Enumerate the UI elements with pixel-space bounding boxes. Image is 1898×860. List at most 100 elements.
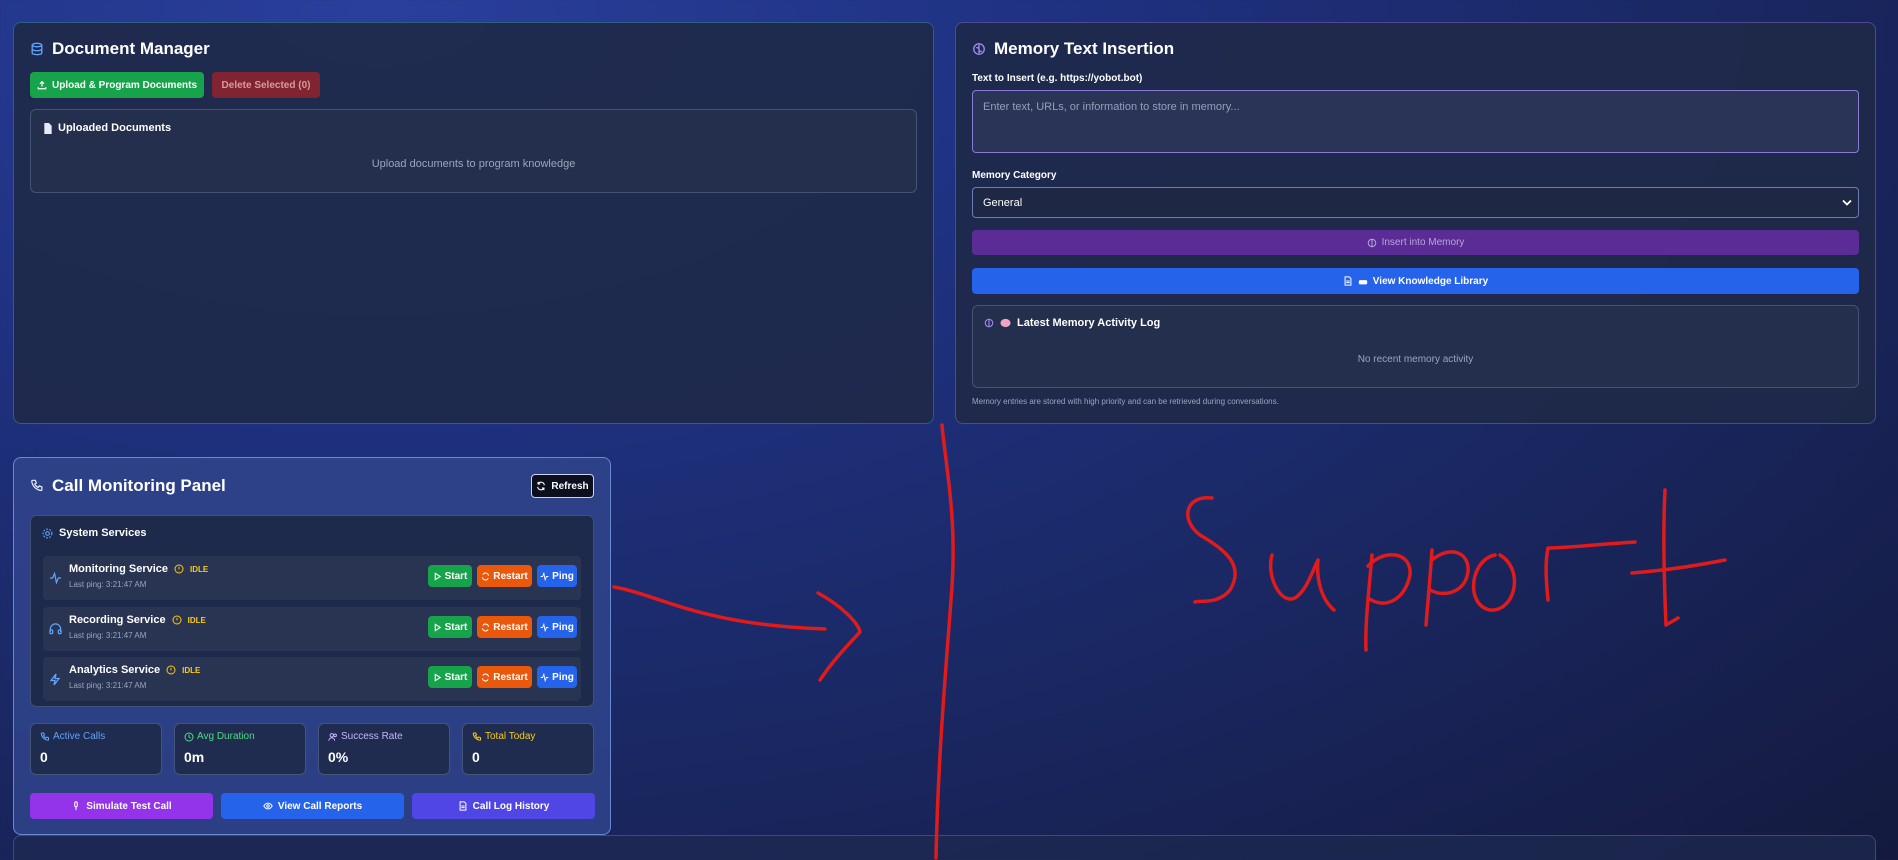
stat-avg-duration: Avg Duration 0m	[174, 723, 306, 775]
vertical-divider-stroke	[934, 423, 955, 860]
activity-icon	[540, 622, 549, 632]
view-knowledge-library-button[interactable]: View Knowledge Library	[972, 268, 1859, 294]
headphones-icon	[49, 623, 62, 635]
uploaded-documents-empty: Upload documents to program knowledge	[371, 158, 576, 170]
ping-label: Ping	[552, 671, 574, 683]
delete-button-label: Delete Selected (0)	[221, 79, 311, 91]
brain-icon	[984, 318, 994, 328]
simulate-test-call-button[interactable]: Simulate Test Call	[30, 793, 213, 819]
stat-value: 0	[472, 749, 480, 765]
service-name-row: Monitoring Service IDLE	[69, 563, 208, 575]
database-icon	[30, 42, 44, 56]
settings-icon	[42, 528, 53, 539]
start-button[interactable]: Start	[428, 666, 472, 688]
stat-value: 0m	[184, 749, 205, 765]
system-services-title: System Services	[59, 527, 147, 539]
restart-label: Restart	[493, 570, 528, 582]
ping-button[interactable]: Ping	[537, 616, 577, 638]
eye-icon	[263, 801, 273, 811]
restart-button[interactable]: Restart	[477, 666, 532, 688]
insert-into-memory-button[interactable]: Insert into Memory	[972, 230, 1859, 255]
history-label: Call Log History	[472, 800, 550, 812]
ping-label: Ping	[552, 621, 574, 633]
file-icon	[43, 122, 53, 134]
simulate-label: Simulate Test Call	[86, 800, 172, 812]
file-text-icon	[1343, 276, 1353, 286]
memory-activity-log: Latest Memory Activity Log No recent mem…	[972, 305, 1859, 388]
service-last-ping: Last ping: 3:21:47 AM	[69, 681, 147, 690]
library-button-label: View Knowledge Library	[1372, 275, 1489, 287]
support-letter-r	[1544, 540, 1637, 602]
refresh-icon	[481, 572, 490, 581]
info-icon	[172, 615, 182, 625]
service-name-row: Analytics Service IDLE	[69, 664, 200, 676]
phone-incoming-icon	[472, 731, 482, 742]
stat-value: 0	[40, 749, 48, 765]
start-label: Start	[444, 671, 468, 683]
service-name-row: Recording Service IDLE	[69, 614, 206, 626]
chevron-down-icon	[1842, 199, 1852, 207]
activity-icon	[49, 572, 62, 584]
memory-category-select[interactable]: General	[972, 187, 1859, 218]
mic-icon	[71, 801, 81, 811]
info-icon	[166, 665, 176, 675]
start-button[interactable]: Start	[428, 616, 472, 638]
refresh-icon	[481, 623, 490, 632]
ping-button[interactable]: Ping	[537, 565, 577, 587]
stat-success-rate: Success Rate 0%	[318, 723, 450, 775]
upload-button-label: Upload & Program Documents	[51, 79, 198, 91]
stat-label-row: Active Calls	[40, 731, 105, 742]
stat-active-calls: Active Calls 0	[30, 723, 162, 775]
call-panel-header: Call Monitoring Panel	[30, 476, 226, 496]
support-letter-s	[1186, 496, 1237, 604]
refresh-button[interactable]: Refresh	[531, 474, 594, 498]
stat-label: Active Calls	[53, 731, 106, 742]
stat-label: Total Today	[485, 731, 536, 742]
document-manager-header: Document Manager	[30, 39, 210, 59]
memory-header: Memory Text Insertion	[972, 39, 1174, 59]
service-row-analytics: Analytics Service IDLE Last ping: 3:21:4…	[43, 657, 581, 701]
info-icon	[174, 564, 184, 574]
support-letter-o	[1472, 553, 1517, 612]
stat-label-row: Avg Duration	[184, 731, 255, 742]
service-row-recording: Recording Service IDLE Last ping: 3:21:4…	[43, 607, 581, 651]
view-call-reports-button[interactable]: View Call Reports	[221, 793, 404, 819]
zap-icon	[49, 673, 61, 686]
stat-label: Success Rate	[341, 731, 403, 742]
support-letter-p1	[1364, 553, 1412, 652]
stat-label-row: Success Rate	[328, 731, 403, 742]
delete-selected-button[interactable]: Delete Selected (0)	[212, 72, 320, 98]
start-label: Start	[444, 570, 468, 582]
restart-button[interactable]: Restart	[477, 616, 532, 638]
call-monitoring-panel: Call Monitoring Panel Refresh System Ser…	[13, 457, 611, 835]
start-button[interactable]: Start	[428, 565, 472, 587]
books-icon	[1358, 276, 1368, 286]
reports-label: View Call Reports	[277, 800, 363, 812]
stat-value: 0%	[328, 749, 349, 765]
system-services-box: System Services Monitoring Service IDLE …	[30, 515, 594, 707]
service-last-ping: Last ping: 3:21:47 AM	[69, 580, 147, 589]
text-to-insert-label: Text to Insert (e.g. https://yobot.bot)	[972, 73, 1143, 84]
phone-icon	[40, 731, 50, 742]
support-letter-u	[1268, 553, 1336, 612]
ping-button[interactable]: Ping	[537, 666, 577, 688]
upload-documents-button[interactable]: Upload & Program Documents	[30, 72, 204, 98]
service-name: Analytics Service	[69, 664, 161, 676]
service-status-badge: IDLE	[187, 615, 206, 625]
call-log-history-button[interactable]: Call Log History	[412, 793, 595, 819]
uploaded-documents-box: Uploaded Documents Upload documents to p…	[30, 109, 917, 193]
service-status-badge: IDLE	[182, 665, 201, 675]
uploaded-documents-title: Uploaded Documents	[58, 122, 172, 134]
restart-label: Restart	[493, 671, 528, 683]
play-icon	[433, 622, 442, 632]
memory-text-input[interactable]: Enter text, URLs, or information to stor…	[972, 90, 1859, 153]
memory-footnote: Memory entries are stored with high prio…	[972, 397, 1279, 406]
restart-button[interactable]: Restart	[477, 565, 532, 587]
file-text-icon	[458, 801, 468, 811]
ping-label: Ping	[552, 570, 574, 582]
stat-label: Avg Duration	[197, 731, 255, 742]
users-icon	[328, 732, 338, 742]
brain-emoji-icon	[1000, 318, 1011, 328]
document-manager-title: Document Manager	[52, 39, 210, 58]
support-letter-p2	[1424, 548, 1470, 627]
